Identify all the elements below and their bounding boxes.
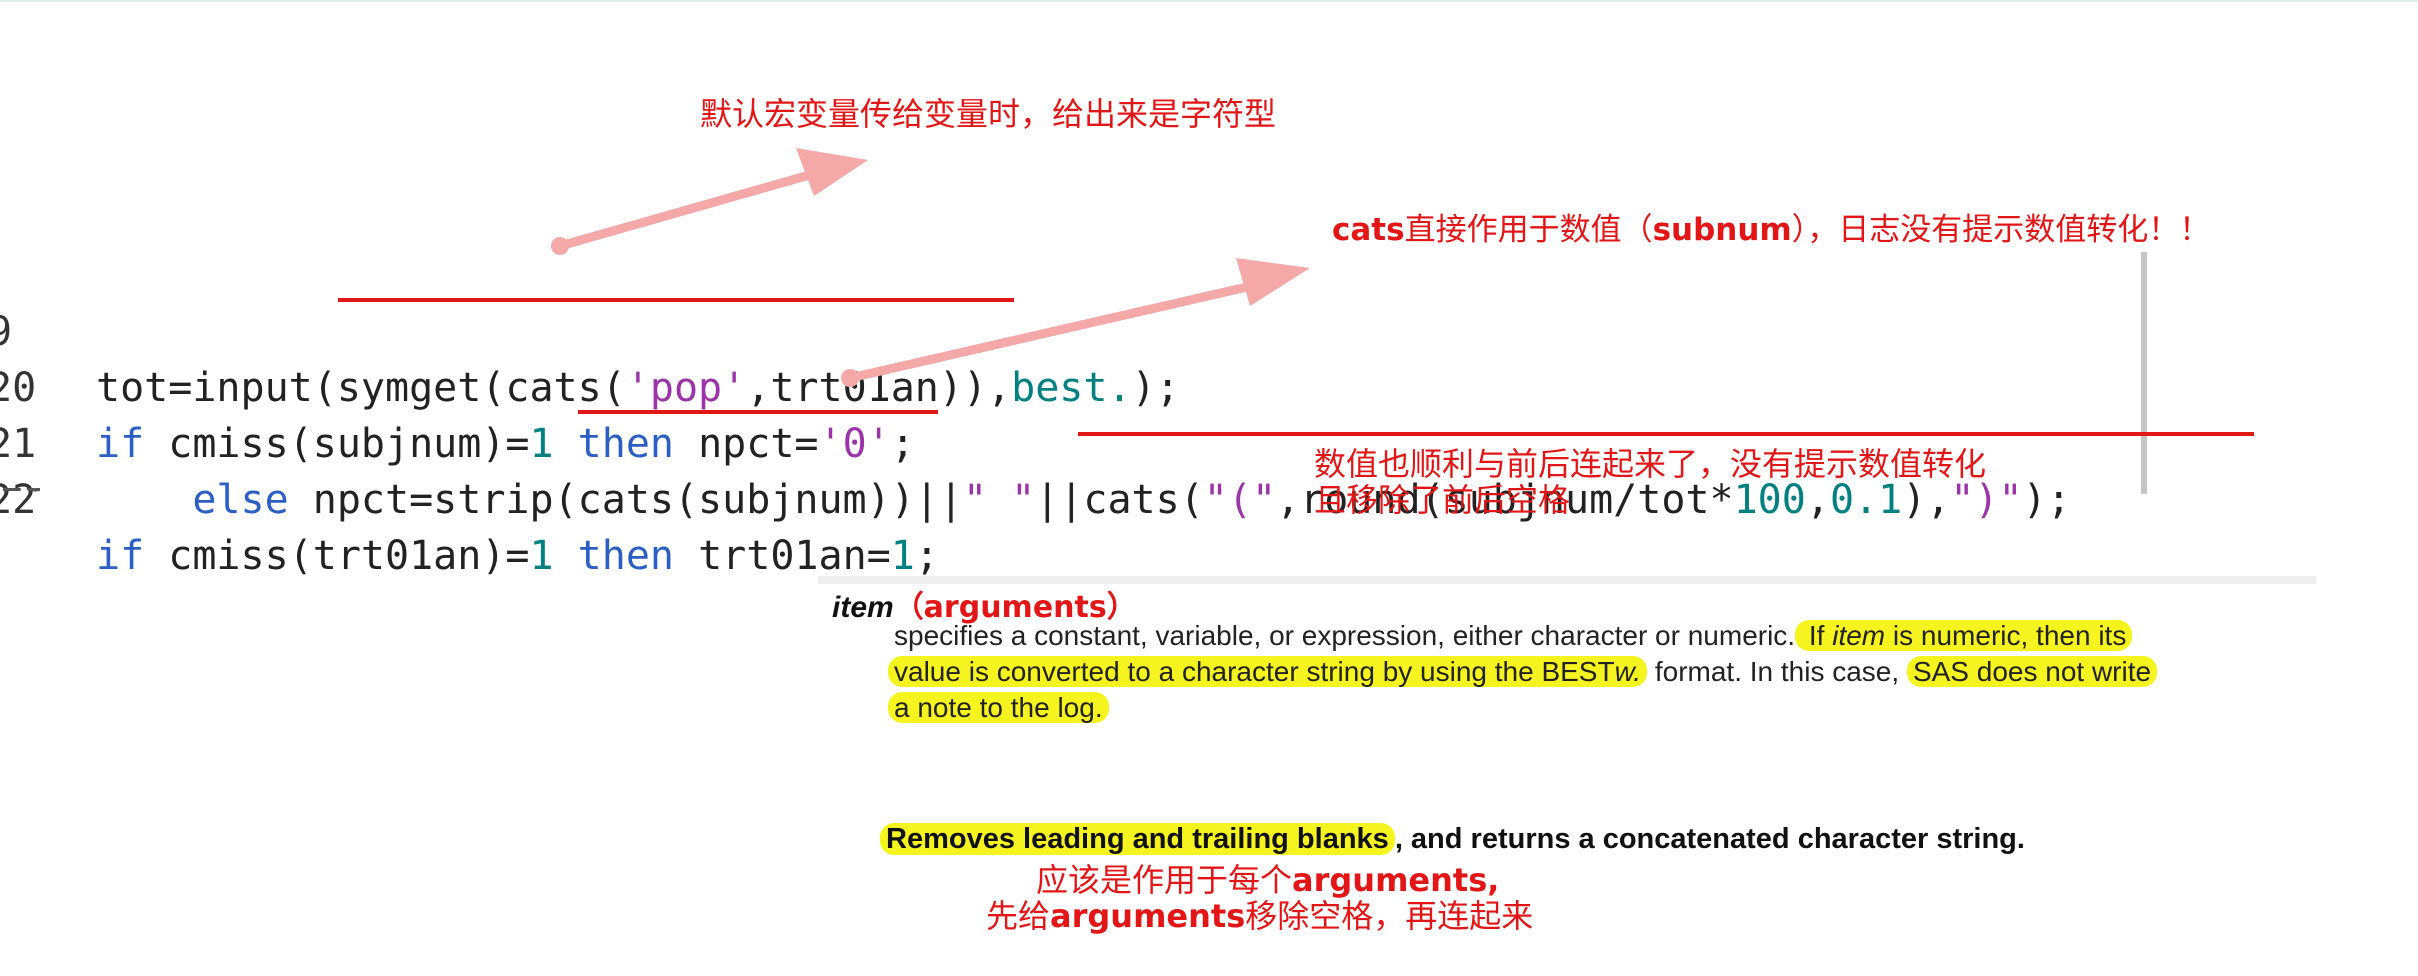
doc-desc-text: is numeric, then its — [1885, 620, 2127, 651]
annotation-cats-note: cats直接作用于数值（subnum），日志没有提示数值转化！！ — [1332, 210, 2210, 250]
doc-highlight: value is converted to a character string… — [888, 656, 1648, 687]
doc-desc-text: value is converted to a character string… — [894, 656, 1615, 687]
doc-desc-line2: value is converted to a character string… — [888, 654, 2158, 690]
doc-highlight: SAS does not write — [1906, 656, 2158, 687]
annotation-cats-post: ），日志没有提示数值转化！！ — [1791, 212, 2211, 248]
annotation-bottom-text: 应该是作用于每个 — [1036, 861, 1293, 899]
doc-summary: Removes leading and trailing blanks, and… — [880, 820, 2025, 858]
doc-summary-rest: , and returns a concatenated character s… — [1394, 823, 2025, 855]
doc-panel: item（arguments） specifies a constant, va… — [818, 576, 2316, 726]
doc-desc-term: w. — [1614, 656, 1642, 687]
annotation-bottom-line2: 先给arguments移除空格，再连起来 — [986, 896, 1533, 936]
doc-desc-line1: specifies a constant, variable, or expre… — [894, 618, 2133, 654]
annotation-concat-line2: 且移除了前后空格 — [1314, 481, 1571, 519]
doc-summary-highlight: Removes leading and trailing blanks — [880, 823, 1395, 855]
annotation-top-note: 默认宏变量传给变量时，给出来是字符型 — [700, 95, 1277, 133]
annotation-concat-line1: 数值也顺利与前后连起来了，没有提示数值转化 — [1314, 445, 1987, 483]
annotation-bottom-bold: arguments — [1050, 897, 1246, 935]
doc-desc-line3: a note to the log. — [888, 690, 1109, 726]
annotation-bottom-text: 移除空格，再连起来 — [1245, 897, 1534, 935]
annotation-bottom-text: 先给 — [986, 897, 1051, 935]
doc-desc-text: specifies a constant, variable, or expre… — [894, 620, 1796, 651]
arrow-to-cats-note — [841, 258, 1310, 387]
annotation-cats-mid: 直接作用于数值（ — [1404, 212, 1653, 248]
doc-divider — [818, 576, 2316, 584]
annotation-bottom-bold: arguments, — [1292, 861, 1500, 899]
annotation-bottom-line1: 应该是作用于每个arguments, — [1036, 860, 1499, 900]
clipped-line-number: 23 — [0, 488, 40, 496]
doc-desc-text: format. In this case, — [1647, 656, 1907, 687]
annotation-cats-word: cats — [1332, 212, 1405, 248]
doc-term: item — [832, 591, 894, 624]
doc-highlight: a note to the log. — [888, 692, 1109, 723]
doc-desc-term: item — [1832, 620, 1886, 651]
doc-desc-text: If — [1801, 620, 1833, 651]
arrow-to-top-note — [551, 148, 868, 255]
annotation-cats-var: subnum — [1652, 212, 1792, 248]
doc-highlight: If item is numeric, then its — [1795, 620, 2133, 651]
